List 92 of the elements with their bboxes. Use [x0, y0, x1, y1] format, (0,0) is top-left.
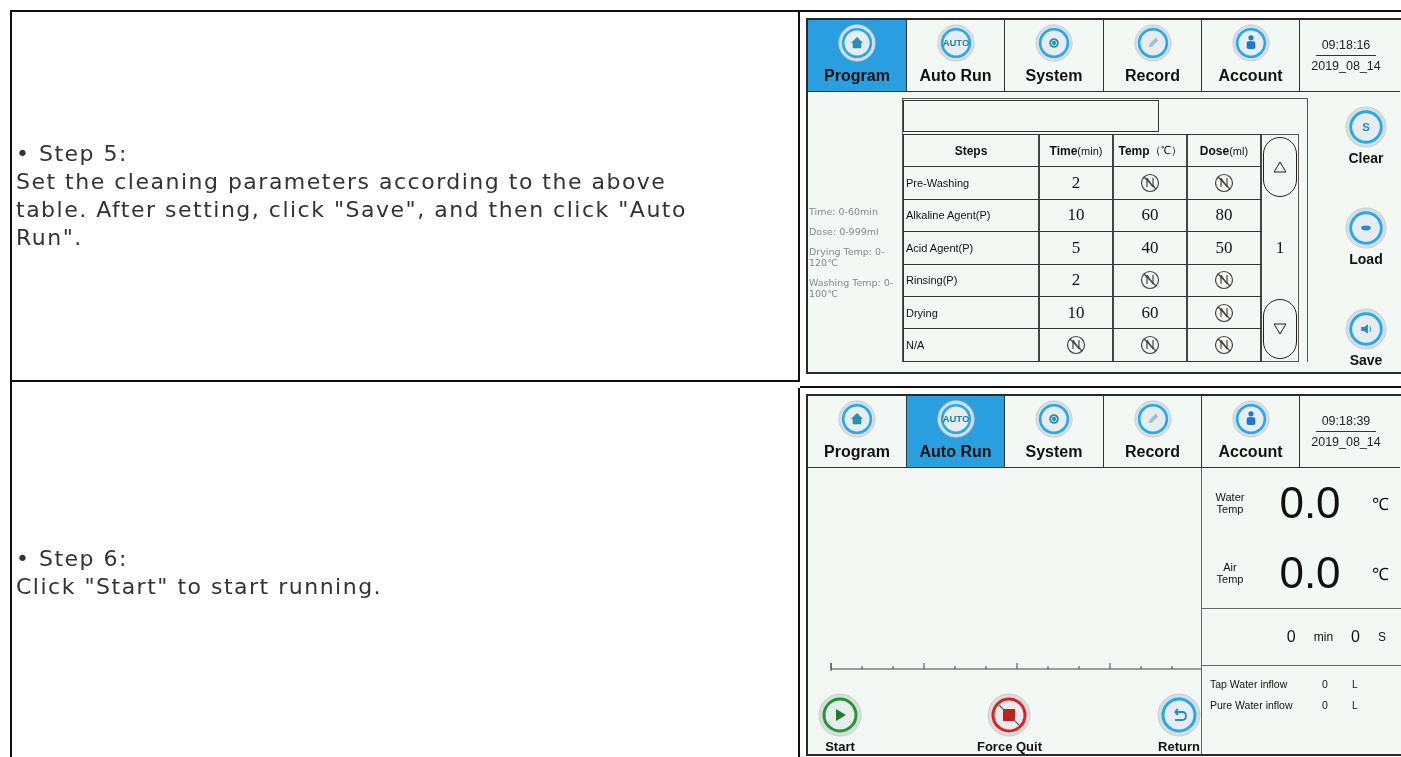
- reading-label: Air Temp: [1215, 561, 1245, 585]
- step-cell: Alkaline Agent(P): [904, 199, 1040, 233]
- prohibited-icon: [1140, 270, 1160, 291]
- stop-icon: [987, 693, 1032, 737]
- pencil-icon: [1133, 400, 1172, 438]
- control-button[interactable]: Force Quit: [977, 693, 1042, 754]
- nav-tab[interactable]: System: [1005, 396, 1104, 468]
- value-cell: 60: [1114, 199, 1188, 233]
- value-cell: 2: [1040, 264, 1114, 297]
- prohibited-icon: [1140, 173, 1160, 194]
- value-cell: 60: [1114, 296, 1188, 330]
- value-cell: 10: [1040, 199, 1114, 233]
- prohibited-icon: [1214, 335, 1234, 356]
- flow-unit: L: [1352, 678, 1359, 690]
- timer-unit: S: [1378, 630, 1386, 644]
- prohibited-icon: [1214, 270, 1234, 291]
- reading-unit: ℃: [1372, 563, 1389, 585]
- reading-value: 0.0: [1278, 478, 1342, 528]
- range-hint: Time: 0-60min: [809, 205, 879, 217]
- step-cell: Rinsing(P): [904, 264, 1040, 297]
- home-icon: [838, 400, 876, 438]
- nav-tab[interactable]: Record: [1104, 396, 1202, 468]
- nav-tab[interactable]: System: [1005, 20, 1104, 92]
- step-instruction: Set the cleaning parameters according to the above table. After setting, click "Save", and then click "Auto Run".: [16, 168, 688, 252]
- nav-tab[interactable]: Account: [1202, 20, 1300, 92]
- flow-unit: L: [1352, 699, 1359, 711]
- flow-label: Pure Water inflow: [1210, 699, 1294, 711]
- value-cell: 50: [1188, 232, 1262, 265]
- column-header: Dose(ml): [1188, 135, 1262, 168]
- s-letter-icon: S: [1345, 106, 1387, 148]
- page-down-button[interactable]: [1263, 298, 1297, 359]
- column-header: Time(min): [1040, 135, 1114, 168]
- person-icon: [1231, 24, 1270, 62]
- auto-icon: AUTO: [936, 24, 975, 62]
- value-cell: 2: [1040, 167, 1114, 200]
- prohibited-icon: [1066, 335, 1086, 356]
- timer-seconds: 0: [1351, 628, 1360, 646]
- value-cell: 10: [1040, 296, 1114, 330]
- nav-tab[interactable]: AUTO Auto Run: [907, 396, 1005, 468]
- flow-value: 0: [1322, 699, 1329, 711]
- auto-icon: AUTO: [936, 400, 975, 438]
- gear-icon: [1035, 24, 1073, 62]
- nav-tab[interactable]: Account: [1202, 396, 1300, 468]
- program-name-field[interactable]: [903, 100, 1159, 132]
- up-triangle-icon: [1273, 161, 1287, 173]
- home-icon: [838, 24, 876, 62]
- action-button[interactable]: Load: [1345, 207, 1387, 267]
- range-hint: Drying Temp: 0-120℃: [809, 245, 886, 268]
- nav-tab[interactable]: Program: [808, 396, 907, 468]
- clock-date: 2019_08_14: [1311, 59, 1381, 73]
- prohibited-icon: [1214, 173, 1234, 194]
- control-button[interactable]: Return: [1157, 693, 1201, 754]
- column-header: Temp（℃）: [1114, 135, 1188, 168]
- nav-tab[interactable]: Program: [808, 20, 907, 92]
- control-button[interactable]: Start: [818, 693, 862, 754]
- nav-tab[interactable]: Record: [1104, 20, 1202, 92]
- step-cell: Acid Agent(P): [904, 232, 1040, 265]
- speaker-icon: [1345, 308, 1387, 350]
- flow-value: 0: [1322, 678, 1329, 690]
- page-up-button[interactable]: [1263, 137, 1297, 197]
- nav-tab[interactable]: AUTO Auto Run: [907, 20, 1005, 92]
- gear-icon: [1035, 400, 1073, 438]
- step-cell: Drying: [904, 296, 1040, 330]
- step-heading: • Step 6:: [16, 545, 129, 573]
- action-button[interactable]: Save: [1345, 308, 1387, 368]
- clock-time: 09:18:16: [1315, 38, 1377, 56]
- value-cell: 80: [1188, 199, 1262, 233]
- action-button[interactable]: S Clear: [1345, 106, 1387, 166]
- value-cell: 40: [1114, 232, 1188, 265]
- prohibited-icon: [1140, 335, 1160, 356]
- down-triangle-icon: [1273, 322, 1287, 335]
- step-instruction: Click "Start" to start running.: [16, 573, 384, 601]
- value-cell: 5: [1040, 232, 1114, 265]
- clock-date: 2019_08_14: [1311, 435, 1381, 449]
- timer-unit: min: [1313, 630, 1334, 644]
- step-cell: N/A: [904, 329, 1040, 362]
- person-icon: [1231, 400, 1270, 438]
- reading-label: Water Temp: [1214, 491, 1246, 515]
- step-cell: Pre-Washing: [904, 167, 1040, 200]
- range-hint: Washing Temp: 0-100℃: [809, 276, 895, 299]
- reading-unit: ℃: [1372, 493, 1389, 515]
- clock-time: 09:18:39: [1315, 414, 1377, 432]
- timer-minutes: 0: [1286, 628, 1296, 646]
- range-hint: Dose: 0-999ml: [809, 225, 880, 237]
- reading-value: 0.0: [1278, 548, 1342, 598]
- step-heading: • Step 5:: [16, 140, 129, 168]
- page-number: 1: [1275, 237, 1285, 258]
- flow-label: Tap Water inflow: [1210, 678, 1289, 690]
- pencil-icon: [1133, 24, 1172, 62]
- prohibited-icon: [1214, 302, 1234, 323]
- column-header: Steps: [904, 135, 1040, 168]
- play-icon: [818, 693, 862, 737]
